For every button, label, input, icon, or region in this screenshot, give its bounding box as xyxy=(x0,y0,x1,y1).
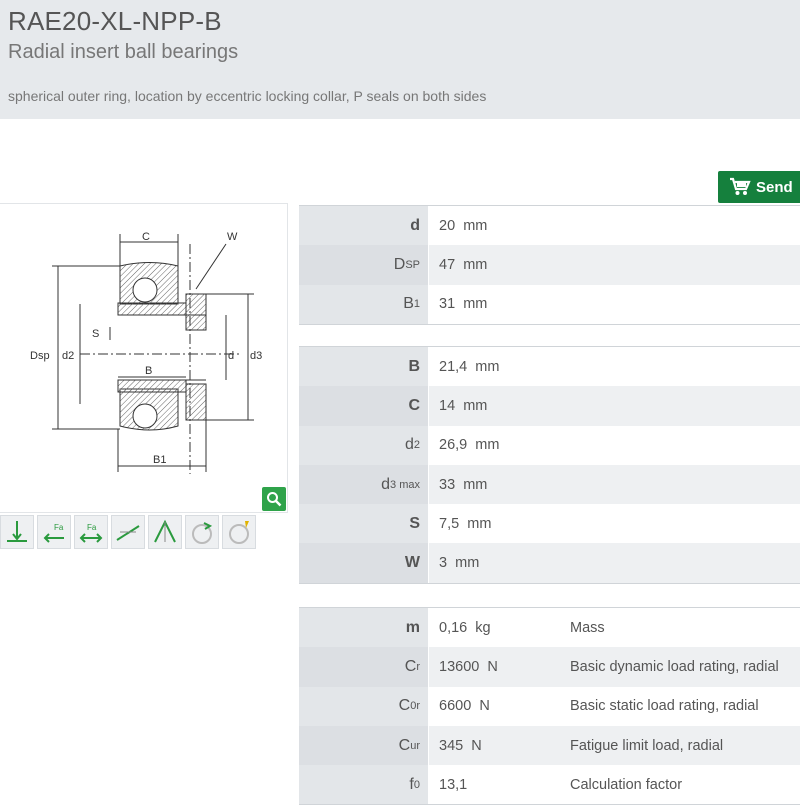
angle-icon[interactable] xyxy=(148,515,182,549)
dim-label-d2: d2 xyxy=(62,350,74,362)
row-symbol: B xyxy=(299,347,429,387)
row-value: 13,1 xyxy=(439,776,468,793)
row-value: 14 mm xyxy=(439,397,488,414)
row-symbol: C 0r xyxy=(299,686,429,726)
speed-icon[interactable] xyxy=(222,515,256,549)
bearing-cross-section: C W Dsp d2 S B B1 d d3 xyxy=(30,231,262,474)
row-symbol: m xyxy=(299,608,429,648)
product-header: RAE20-XL-NPP-B Radial insert ball bearin… xyxy=(0,0,800,119)
table-row: D SP 47 mm xyxy=(299,245,800,285)
axial-load-left-icon[interactable]: Fa xyxy=(37,515,71,549)
row-symbol: d xyxy=(299,206,429,246)
dim-label-s: S xyxy=(92,328,99,340)
row-value: 33 mm xyxy=(439,476,488,493)
table-row: d3 max 33 mm xyxy=(299,464,800,505)
row-value: 3 mm xyxy=(439,555,480,572)
row-symbol: Cur xyxy=(299,725,429,766)
product-title: RAE20-XL-NPP-B xyxy=(8,6,222,36)
table-row: d 20 mm xyxy=(299,206,800,246)
row-value: 21,4 mm xyxy=(439,358,500,375)
row-symbol: f0 xyxy=(299,765,429,805)
cart-icon xyxy=(730,177,751,195)
row-value: 26,9 mm xyxy=(439,437,500,454)
tilting-icon[interactable] xyxy=(111,515,145,549)
row-symbol: W xyxy=(299,543,429,583)
dimensions-table-main: d 20 mm D SP 47 mm B1 31 mm xyxy=(299,205,800,325)
table-row: m 0,16 kg Mass xyxy=(299,608,800,648)
row-value: 7,5 mm xyxy=(439,515,492,532)
dim-label-c: C xyxy=(142,231,150,243)
row-description: Mass xyxy=(570,619,605,636)
row-symbol: C xyxy=(299,386,429,426)
dim-label-w: W xyxy=(227,231,238,243)
dim-label-b1: B1 xyxy=(153,454,166,466)
row-value: 20 mm xyxy=(439,217,488,234)
dimensions-table-detail: B 21,4 mm C 14 mm d2 26,9 mm d3 max 33 m… xyxy=(299,346,800,584)
radial-load-icon[interactable] xyxy=(0,515,34,549)
send-button-label: Send xyxy=(756,178,793,196)
table-row: Cr 13600 N Basic dynamic load rating, ra… xyxy=(299,647,800,687)
row-description: Basic static load rating, radial xyxy=(570,698,759,715)
dim-label-d3: d3 xyxy=(250,350,262,362)
product-description: spherical outer ring, location by eccent… xyxy=(8,88,487,104)
table-row: W 3 mm xyxy=(299,543,800,583)
table-row: d2 26,9 mm xyxy=(299,425,800,465)
axial-load-both-icon[interactable]: Fa xyxy=(74,515,108,549)
dim-label-d: d xyxy=(228,350,234,362)
row-symbol: D SP xyxy=(299,245,429,285)
bearing-drawing: C W Dsp d2 S B B1 d d3 xyxy=(0,203,288,513)
zoom-button[interactable] xyxy=(262,487,286,511)
row-description: Calculation factor xyxy=(570,776,683,793)
svg-text:Fa: Fa xyxy=(54,523,64,532)
row-description: Basic dynamic load rating, radial xyxy=(570,658,779,675)
row-value: 13600 N xyxy=(439,658,498,675)
row-value: 31 mm xyxy=(439,296,488,313)
row-description: Fatigue limit load, radial xyxy=(570,737,724,754)
product-subtitle: Radial insert ball bearings xyxy=(8,41,239,63)
row-value: 47 mm xyxy=(439,256,488,273)
row-symbol: d2 xyxy=(299,425,429,465)
row-value: 0,16 kg xyxy=(439,619,491,636)
table-row: Cur 345 N Fatigue limit load, radial xyxy=(299,725,800,766)
zoom-icon xyxy=(267,492,282,507)
row-symbol: S xyxy=(299,504,429,544)
svg-text:Fa: Fa xyxy=(87,523,97,532)
table-row: B1 31 mm xyxy=(299,284,800,324)
table-row: C 14 mm xyxy=(299,386,800,426)
row-symbol: B1 xyxy=(299,284,429,324)
rotation-icon[interactable] xyxy=(185,515,219,549)
table-row: S 7,5 mm xyxy=(299,504,800,544)
row-value: 6600 N xyxy=(439,698,490,715)
dim-label-b: B xyxy=(145,365,152,377)
load-ratings-table: m 0,16 kg Mass Cr 13600 N Basic dynamic … xyxy=(299,607,800,805)
table-row: f0 13,1 Calculation factor xyxy=(299,765,800,805)
table-row: C 0r 6600 N Basic static load rating, rad… xyxy=(299,686,800,726)
send-button[interactable]: Send xyxy=(718,171,800,203)
load-icon-row: Fa Fa xyxy=(0,515,256,549)
row-symbol: Cr xyxy=(299,647,429,687)
table-row: B 21,4 mm xyxy=(299,347,800,387)
dim-label-dsp: Dsp xyxy=(30,350,50,362)
row-value: 345 N xyxy=(439,737,482,754)
row-symbol: d3 max xyxy=(299,464,429,505)
